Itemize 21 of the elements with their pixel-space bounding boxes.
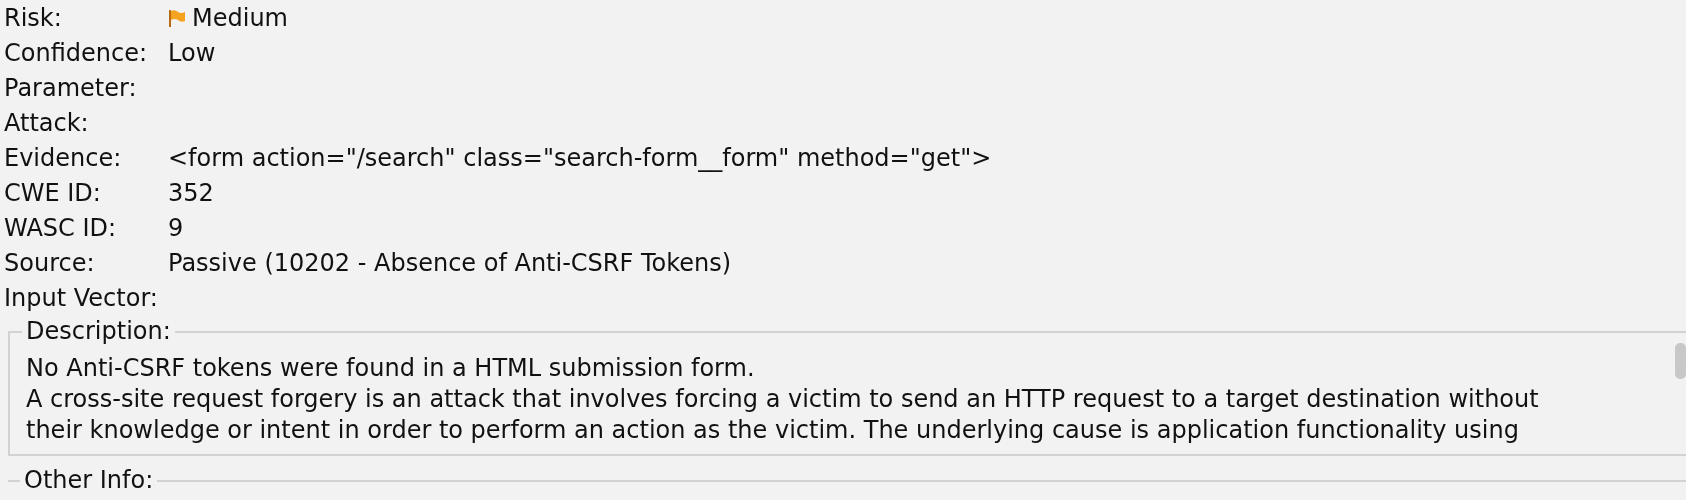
field-value: 352 (168, 177, 214, 209)
field-label: Input Vector: (3, 282, 159, 314)
field-value: Passive (10202 - Absence of Anti-CSRF Tokens) (168, 247, 732, 279)
field-value: 9 (168, 212, 184, 244)
description-text: No Anti-CSRF tokens were found in a HTML submission form. (26, 353, 755, 384)
field-label: CWE ID: (3, 177, 102, 209)
field-value: <form action="/search" class="search-form__form" method="get"> (168, 142, 992, 174)
field-label: Evidence: (3, 142, 123, 174)
description-text: A cross-site request forgery is an attack that involves forcing a victim to send an HTTP request to a target destination without (26, 384, 1539, 415)
flag-icon (168, 8, 186, 27)
field-label: Risk: (3, 2, 63, 34)
field-label: Parameter: (3, 72, 138, 104)
field-label: Source: (3, 247, 96, 279)
panel-title: Description: (22, 318, 175, 344)
field-label: WASC ID: (3, 212, 118, 244)
description-text: their knowledge or intent in order to perform an action as the victim. The underlying cause is application functionality using (26, 415, 1519, 446)
scrollbar-thumb[interactable] (1675, 343, 1686, 379)
field-value: Low (168, 37, 216, 69)
field-value: Medium (192, 2, 288, 34)
field-label: Confidence: (3, 37, 149, 69)
field-label: Attack: (3, 107, 90, 139)
